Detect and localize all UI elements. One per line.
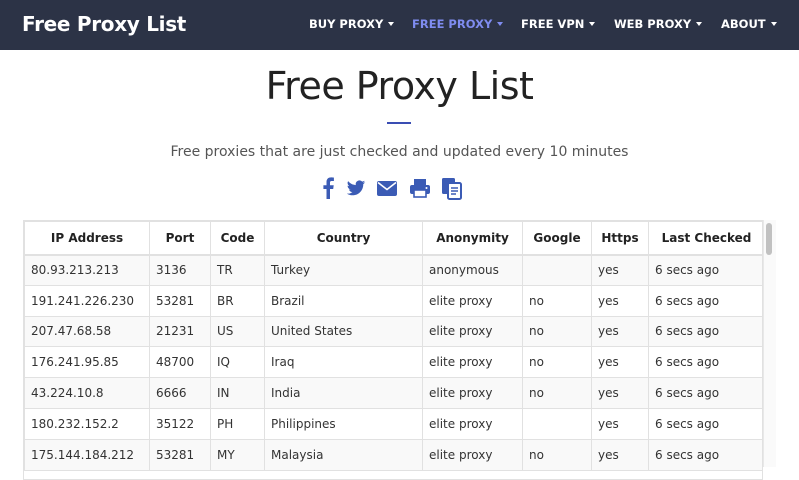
copy-icon[interactable] xyxy=(441,177,463,201)
https-cell: yes xyxy=(591,284,649,317)
table-row: 180.232.152.2 35122 PH Philippines elite… xyxy=(24,407,762,440)
ip-cell: 176.241.95.85 xyxy=(24,346,150,379)
page-subtitle: Free proxies that are just checked and u… xyxy=(170,144,629,160)
port-cell: 53281 xyxy=(149,284,211,317)
table-header-row: IP Address Port Code Country Anonymity G… xyxy=(24,221,762,256)
top-navbar: Free Proxy List BUY PROXY FREE PROXY FRE… xyxy=(0,0,799,50)
https-cell: yes xyxy=(591,407,649,440)
port-cell: 53281 xyxy=(149,438,211,471)
column-header[interactable]: Anonymity xyxy=(422,221,523,256)
port-cell: 21231 xyxy=(149,315,211,348)
country-cell: Brazil xyxy=(264,284,423,317)
google-cell: no xyxy=(522,346,592,379)
country-cell: Malaysia xyxy=(264,438,423,471)
ip-cell: 207.47.68.58 xyxy=(24,315,150,348)
last-checked-cell: 6 secs ago xyxy=(648,438,762,471)
column-header[interactable]: Country xyxy=(264,221,423,256)
country-cell: Iraq xyxy=(264,346,423,379)
proxy-table-container: IP Address Port Code Country Anonymity G… xyxy=(23,220,763,480)
ip-cell: 43.224.10.8 xyxy=(24,377,150,409)
title-divider xyxy=(387,122,411,124)
nav-about[interactable]: ABOUT xyxy=(721,14,777,34)
table-scrollbar[interactable] xyxy=(763,220,776,467)
code-cell: IN xyxy=(210,377,265,409)
https-cell: yes xyxy=(591,254,649,286)
last-checked-cell: 6 secs ago xyxy=(648,254,762,286)
port-cell: 3136 xyxy=(149,254,211,286)
code-cell: TR xyxy=(210,254,265,286)
port-cell: 6666 xyxy=(149,377,211,409)
chevron-down-icon xyxy=(696,22,703,26)
chevron-down-icon xyxy=(388,22,395,26)
last-checked-cell: 6 secs ago xyxy=(648,407,762,440)
ip-cell: 191.241.226.230 xyxy=(24,284,150,317)
last-checked-cell: 6 secs ago xyxy=(648,284,762,317)
country-cell: Philippines xyxy=(264,407,423,440)
chevron-down-icon xyxy=(770,22,777,26)
google-cell: no xyxy=(522,315,592,348)
column-header[interactable]: Https xyxy=(591,221,649,256)
page-title: Free Proxy List xyxy=(265,64,534,108)
column-header[interactable]: Google xyxy=(522,221,592,256)
nav-free-proxy[interactable]: FREE PROXY xyxy=(412,14,504,34)
country-cell: United States xyxy=(264,315,423,348)
ip-cell: 180.232.152.2 xyxy=(24,407,150,440)
https-cell: yes xyxy=(591,346,649,379)
facebook-icon[interactable] xyxy=(322,177,334,201)
last-checked-cell: 6 secs ago xyxy=(648,377,762,409)
country-cell: Turkey xyxy=(264,254,423,286)
code-cell: MY xyxy=(210,438,265,471)
anonymity-cell: elite proxy xyxy=(422,377,523,409)
google-cell: no xyxy=(522,438,592,471)
ip-cell: 175.144.184.212 xyxy=(24,438,150,471)
code-cell: IQ xyxy=(210,346,265,379)
https-cell: yes xyxy=(591,315,649,348)
last-checked-cell: 6 secs ago xyxy=(648,315,762,348)
site-brand[interactable]: Free Proxy List xyxy=(22,10,186,38)
column-header[interactable]: Code xyxy=(210,221,265,256)
proxy-table: IP Address Port Code Country Anonymity G… xyxy=(24,221,762,471)
print-icon[interactable] xyxy=(409,177,431,201)
table-row: 43.224.10.8 6666 IN India elite proxy no… xyxy=(24,377,762,409)
https-cell: yes xyxy=(591,438,649,471)
column-header[interactable]: Last Checked xyxy=(648,221,762,256)
code-cell: PH xyxy=(210,407,265,440)
table-row: 175.144.184.212 53281 MY Malaysia elite … xyxy=(24,438,762,471)
nav-free-vpn[interactable]: FREE VPN xyxy=(521,14,596,34)
port-cell: 48700 xyxy=(149,346,211,379)
anonymity-cell: elite proxy xyxy=(422,346,523,379)
chevron-down-icon xyxy=(497,22,504,26)
table-row: 80.93.213.213 3136 TR Turkey anonymous y… xyxy=(24,254,762,286)
chevron-down-icon xyxy=(589,22,596,26)
anonymity-cell: elite proxy xyxy=(422,284,523,317)
last-checked-cell: 6 secs ago xyxy=(648,346,762,379)
code-cell: BR xyxy=(210,284,265,317)
google-cell xyxy=(522,407,592,440)
column-header[interactable]: Port xyxy=(149,221,211,256)
scrollbar-thumb[interactable] xyxy=(766,223,772,255)
twitter-icon[interactable] xyxy=(346,177,366,201)
table-row: 176.241.95.85 48700 IQ Iraq elite proxy … xyxy=(24,346,762,379)
nav-buy-proxy[interactable]: BUY PROXY xyxy=(309,14,395,34)
nav-web-proxy[interactable]: WEB PROXY xyxy=(614,14,703,34)
country-cell: India xyxy=(264,377,423,409)
google-cell: no xyxy=(522,284,592,317)
anonymity-cell: elite proxy xyxy=(422,315,523,348)
https-cell: yes xyxy=(591,377,649,409)
email-icon[interactable] xyxy=(376,177,398,201)
table-row: 207.47.68.58 21231 US United States elit… xyxy=(24,315,762,348)
anonymity-cell: anonymous xyxy=(422,254,523,286)
column-header[interactable]: IP Address xyxy=(24,221,150,256)
ip-cell: 80.93.213.213 xyxy=(24,254,150,286)
code-cell: US xyxy=(210,315,265,348)
google-cell xyxy=(522,254,592,286)
google-cell: no xyxy=(522,377,592,409)
table-row: 191.241.226.230 53281 BR Brazil elite pr… xyxy=(24,284,762,317)
anonymity-cell: elite proxy xyxy=(422,407,523,440)
anonymity-cell: elite proxy xyxy=(422,438,523,471)
port-cell: 35122 xyxy=(149,407,211,440)
